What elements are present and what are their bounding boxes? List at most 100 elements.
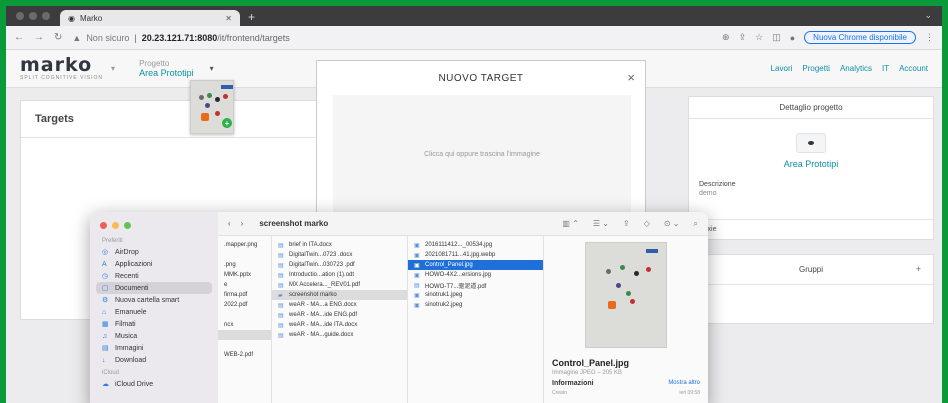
bookmark-star-icon[interactable]: ☆: [755, 32, 763, 43]
list-item[interactable]: ▣ sinotruk2.jpeg: [408, 300, 543, 310]
group-icon[interactable]: ☰ ⌄: [593, 219, 609, 229]
menu-analytics[interactable]: Analytics: [840, 64, 872, 73]
close-tab-icon[interactable]: ✕: [225, 14, 232, 23]
list-item[interactable]: [218, 310, 271, 320]
sidebar-section-icloud: iCloud: [102, 370, 120, 376]
menu-account[interactable]: Account: [899, 64, 928, 73]
project-selector[interactable]: Progetto Area Prototipi: [139, 59, 194, 78]
project-detail-card: Dettaglio progetto Area Prototipi Descri…: [688, 96, 934, 240]
back-icon[interactable]: ‹: [228, 219, 231, 228]
browser-menu-icon[interactable]: ⋮: [925, 32, 934, 43]
list-item[interactable]: ▤ Introductio...ation (1).odt: [272, 270, 407, 280]
pdf-icon: ▤: [414, 282, 420, 289]
search-icon[interactable]: ⌕: [694, 219, 698, 229]
list-item[interactable]: ▣ HOWO-4X2...ersions.jpg: [408, 270, 543, 280]
more-actions-icon[interactable]: ⊙ ⌄: [664, 219, 680, 229]
preview-file-meta: Immagine JPEG – 205 KB: [552, 370, 623, 376]
doc-icon: ▤: [278, 252, 284, 259]
close-window-icon[interactable]: [16, 12, 24, 20]
share-icon[interactable]: ⇪: [739, 32, 747, 43]
url-field[interactable]: ▲ Non sicuro | 20.23.121.71:8080/it/fron…: [72, 33, 712, 43]
maximize-window-icon[interactable]: [42, 12, 50, 20]
sidebar-section-favorites: Preferiti: [102, 238, 123, 244]
translate-icon[interactable]: ⊕: [722, 32, 730, 43]
tab-search-icon[interactable]: ⌄: [924, 10, 942, 26]
list-item[interactable]: ▤ HOWO-T7...驱泥道.pdf: [408, 280, 543, 290]
project-dropdown-icon[interactable]: ▾: [210, 64, 214, 73]
clock-icon: ◷: [102, 273, 109, 280]
menu-language[interactable]: IT: [882, 64, 889, 73]
image-file-icon: ▣: [414, 292, 420, 299]
view-columns-icon[interactable]: ▥ ⌃: [562, 219, 578, 229]
share-icon[interactable]: ⇪: [623, 219, 630, 229]
list-item-selected[interactable]: ▰ screenshot marko: [272, 290, 407, 300]
document-icon: ▢: [102, 285, 109, 292]
list-item[interactable]: .mapper.png: [218, 240, 271, 250]
sidebar-item-airdrop[interactable]: ◎ AirDrop: [90, 246, 218, 258]
list-item[interactable]: ▤ weAR - MA...ide ITA.docx: [272, 320, 407, 330]
sidebar-item-emanuele[interactable]: ⌂ Emanuele: [90, 306, 218, 318]
image-dropzone[interactable]: Clicca qui oppure trascina l'immagine: [333, 95, 631, 213]
list-item[interactable]: ▤ MX Accelera..._REV01.pdf: [272, 280, 407, 290]
sidebar-item-immagini[interactable]: ▤ Immagini: [90, 342, 218, 354]
forward-icon[interactable]: →: [34, 32, 44, 43]
warning-icon[interactable]: ▲: [72, 33, 81, 43]
list-item[interactable]: ncx: [218, 320, 271, 330]
list-item[interactable]: ▤ weAR - MA...ide ENG.pdf: [272, 310, 407, 320]
control-panel-image-icon: [586, 243, 666, 347]
sidebar-item-download[interactable]: ↓ Download: [90, 354, 218, 366]
list-item[interactable]: ▤ weAR - MA...a ENG.docx: [272, 300, 407, 310]
sidebar-item-documenti[interactable]: ▢ Documenti: [96, 282, 212, 294]
gear-icon: ⚙: [102, 297, 109, 304]
sidebar-item-filmati[interactable]: ▦ Filmati: [90, 318, 218, 330]
list-item[interactable]: [218, 340, 271, 350]
back-icon[interactable]: ←: [14, 32, 24, 43]
list-item[interactable]: ▣ sinotruk1.jpeg: [408, 290, 543, 300]
list-item-selected[interactable]: ▣ Control_Panel.jpg: [408, 260, 543, 270]
finder-zoom-icon[interactable]: [124, 222, 131, 229]
logo[interactable]: marko SPLIT COGNITIVE VISION: [20, 56, 103, 82]
reload-icon[interactable]: ↻: [54, 32, 62, 43]
list-item[interactable]: e: [218, 280, 271, 290]
image-file-icon: ▣: [414, 272, 420, 279]
sidebar-item-recenti[interactable]: ◷ Recenti: [90, 270, 218, 282]
list-item[interactable]: ▣ 2021081711...41.jpg.webp: [408, 250, 543, 260]
sidebar-item-icloud-drive[interactable]: ☁ iCloud Drive: [90, 378, 218, 390]
profile-icon[interactable]: ●: [790, 33, 795, 43]
sidebar-item-musica[interactable]: ♫ Musica: [90, 330, 218, 342]
screen: ◉ Marko ✕ + ⌄ ← → ↻ ▲ Non sicuro | 20.23…: [6, 6, 942, 403]
add-group-icon[interactable]: +: [916, 264, 921, 274]
finder-folder-title: screenshot marko: [259, 219, 329, 228]
show-more-link[interactable]: Mostra altro: [668, 380, 700, 387]
menu-progetti[interactable]: Progetti: [802, 64, 830, 73]
sidebar-item-smart-folder[interactable]: ⚙ Nuova cartella smart: [90, 294, 218, 306]
list-item[interactable]: firma.pdf: [218, 290, 271, 300]
forward-icon[interactable]: ›: [241, 219, 244, 228]
sidepanel-icon[interactable]: ◫: [772, 32, 781, 43]
list-item[interactable]: ▤ brief in ITA.docx: [272, 240, 407, 250]
minimize-window-icon[interactable]: [29, 12, 37, 20]
list-item[interactable]: 2022.pdf: [218, 300, 271, 310]
cloud-icon: ☁: [102, 381, 109, 388]
finder-preview-pane: Control_Panel.jpg Immagine JPEG – 205 KB…: [544, 236, 708, 403]
list-item-selected[interactable]: [218, 330, 271, 340]
list-item[interactable]: ▤ weAR - MA...guide.docx: [272, 330, 407, 340]
list-item[interactable]: WEB-2.pdf: [218, 350, 271, 360]
image-file-icon: ▣: [414, 242, 420, 249]
list-item[interactable]: ▤ DigitalTwin...030723 .pdf: [272, 260, 407, 270]
close-modal-icon[interactable]: ×: [627, 70, 635, 85]
finder-close-icon[interactable]: [100, 222, 107, 229]
list-item[interactable]: [218, 250, 271, 260]
browser-tab[interactable]: ◉ Marko ✕: [60, 10, 240, 26]
chrome-update-button[interactable]: Nuova Chrome disponibile: [804, 31, 916, 44]
sidebar-item-applicazioni[interactable]: A Applicazioni: [90, 258, 218, 270]
list-item[interactable]: ▤ DigitalTwin...0723 .docx: [272, 250, 407, 260]
tag-icon[interactable]: ◇: [644, 219, 650, 229]
list-item[interactable]: ▣ 2016111412..._00534.jpg: [408, 240, 543, 250]
list-item[interactable]: .png: [218, 260, 271, 270]
new-tab-icon[interactable]: +: [240, 10, 263, 26]
list-item[interactable]: MMK.pptx: [218, 270, 271, 280]
menu-lavori[interactable]: Lavori: [771, 64, 793, 73]
finder-minimize-icon[interactable]: [112, 222, 119, 229]
logo-dropdown-icon[interactable]: ▾: [111, 64, 115, 73]
